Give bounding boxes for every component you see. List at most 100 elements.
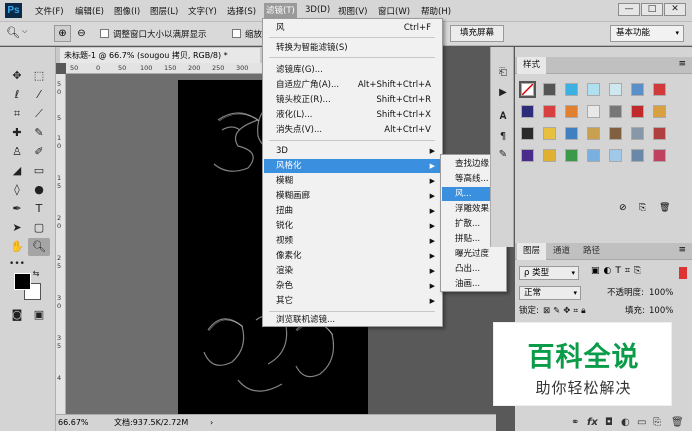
history-brush-icon[interactable]: ✐ bbox=[28, 143, 50, 161]
menu-item-pixelate[interactable]: 像素化 ▶ bbox=[264, 249, 441, 263]
link-layers-icon[interactable]: ⚭ bbox=[571, 414, 579, 431]
style-swatch[interactable] bbox=[521, 127, 534, 140]
swap-colors-icon[interactable]: ⇆ bbox=[30, 265, 42, 283]
zoom-level[interactable]: 66.67% bbox=[58, 415, 89, 431]
menu-image[interactable]: 图像(I) bbox=[114, 5, 140, 17]
gradient-tool-icon[interactable]: ▭ bbox=[28, 162, 50, 180]
healing-brush-icon[interactable]: ✚ bbox=[6, 124, 28, 142]
style-swatch[interactable] bbox=[543, 127, 556, 140]
move-tool-icon[interactable]: ✥ bbox=[6, 67, 28, 85]
menu-item-vanishing-point[interactable]: 消失点(V)... Alt+Ctrl+V bbox=[264, 123, 441, 137]
clone-stamp-icon[interactable]: ♙ bbox=[6, 143, 28, 161]
fill-screen-button[interactable]: 填充屏幕 bbox=[450, 25, 504, 42]
minimize-button[interactable]: — bbox=[618, 3, 640, 16]
document-tab[interactable]: 未标题-1 @ 66.7% (sougou 拷贝, RGB/8) * bbox=[60, 48, 260, 63]
panel-menu-icon[interactable]: ≡ bbox=[678, 59, 686, 69]
menu-item-other[interactable]: 其它 ▶ bbox=[264, 294, 441, 308]
menu-select[interactable]: 选择(S) bbox=[227, 5, 256, 17]
chevron-down-icon[interactable]: ⌵ bbox=[22, 27, 27, 36]
style-swatch[interactable] bbox=[565, 149, 578, 162]
maximize-button[interactable]: □ bbox=[641, 3, 663, 16]
menu-window[interactable]: 窗口(W) bbox=[378, 5, 410, 17]
menu-item-adaptive-wide-angle[interactable]: 自适应广角(A)... Alt+Shift+Ctrl+A bbox=[264, 78, 441, 92]
menu-item-browse-online[interactable]: 浏览联机滤镜... bbox=[264, 313, 441, 327]
style-swatch[interactable] bbox=[587, 127, 600, 140]
eyedropper-icon[interactable]: ⟋ bbox=[28, 105, 50, 123]
menu-type[interactable]: 文字(Y) bbox=[188, 5, 217, 17]
menu-item-liquify[interactable]: 液化(L)... Shift+Ctrl+X bbox=[264, 108, 441, 122]
menu-item-filter-gallery[interactable]: 滤镜库(G)... bbox=[264, 63, 441, 77]
folder-icon[interactable]: ▭ bbox=[637, 414, 646, 431]
zoom-in-icon[interactable]: ⊕ bbox=[54, 25, 71, 42]
new-layer-icon[interactable]: ⎘ bbox=[653, 414, 661, 431]
menu-item-lens-correction[interactable]: 镜头校正(R)... Shift+Ctrl+R bbox=[264, 93, 441, 107]
style-swatch[interactable] bbox=[543, 83, 556, 96]
magic-wand-icon[interactable]: ⁄ bbox=[28, 86, 50, 104]
fill-value[interactable]: 100% bbox=[649, 303, 673, 319]
history-panel-icon[interactable]: ⎗ bbox=[495, 65, 511, 81]
style-swatch[interactable] bbox=[653, 149, 666, 162]
style-swatch[interactable] bbox=[609, 149, 622, 162]
menu-item-noise[interactable]: 杂色 ▶ bbox=[264, 279, 441, 293]
style-swatch[interactable] bbox=[631, 149, 644, 162]
style-swatch[interactable] bbox=[587, 149, 600, 162]
trash-icon[interactable]: 🗑︎ bbox=[659, 203, 670, 213]
more-tools-icon[interactable]: ••• bbox=[6, 255, 28, 273]
menu-item-sharpen[interactable]: 锐化 ▶ bbox=[264, 219, 441, 233]
style-swatch[interactable] bbox=[653, 127, 666, 140]
zoom-tool-icon[interactable]: 🔍︎ bbox=[28, 238, 50, 256]
menu-item-render[interactable]: 渲染 ▶ bbox=[264, 264, 441, 278]
pen-tool-icon[interactable]: ✒ bbox=[6, 200, 28, 218]
blur-tool-icon[interactable]: ◊ bbox=[6, 181, 28, 199]
resize-windows-checkbox[interactable] bbox=[100, 29, 109, 38]
menu-item-blur-gallery[interactable]: 模糊画廊 ▶ bbox=[264, 189, 441, 203]
zoom-all-checkbox[interactable] bbox=[232, 29, 241, 38]
chevron-right-icon[interactable]: › bbox=[210, 415, 213, 431]
new-style-icon[interactable]: ⎘ bbox=[639, 203, 646, 213]
character-panel-icon[interactable]: 𝐀 bbox=[495, 109, 511, 125]
menu-help[interactable]: 帮助(H) bbox=[421, 5, 451, 17]
style-swatch[interactable] bbox=[521, 149, 534, 162]
style-swatch-none[interactable] bbox=[519, 81, 536, 98]
submenu-item-oil-paint[interactable]: 油画... bbox=[442, 277, 505, 291]
crop-tool-icon[interactable]: ⌗ bbox=[6, 105, 28, 123]
menu-filter[interactable]: 滤镜(T) bbox=[264, 3, 297, 19]
menu-item-smart-filter[interactable]: 转换为智能滤镜(S) bbox=[264, 41, 441, 55]
style-swatch[interactable] bbox=[587, 83, 600, 96]
tab-channels[interactable]: 通道 bbox=[547, 243, 576, 260]
zoom-out-icon[interactable]: ⊖ bbox=[73, 25, 90, 42]
path-select-icon[interactable]: ➤ bbox=[6, 219, 28, 237]
trash-icon[interactable]: 🗑︎ bbox=[671, 414, 684, 431]
opacity-value[interactable]: 100% bbox=[649, 285, 673, 301]
style-swatch[interactable] bbox=[609, 105, 622, 118]
style-swatch[interactable] bbox=[543, 105, 556, 118]
dodge-tool-icon[interactable]: ● bbox=[28, 181, 50, 199]
lasso-tool-icon[interactable]: ℓ bbox=[6, 86, 28, 104]
tab-layers[interactable]: 图层 bbox=[517, 243, 547, 260]
menu-3d[interactable]: 3D(D) bbox=[305, 5, 330, 15]
quick-mask-icon[interactable]: ◙ bbox=[6, 306, 28, 324]
style-swatch[interactable] bbox=[653, 105, 666, 118]
shape-tool-icon[interactable]: ▢ bbox=[28, 219, 50, 237]
style-swatch[interactable] bbox=[565, 83, 578, 96]
brush-tool-icon[interactable]: ✎ bbox=[28, 124, 50, 142]
tab-paths[interactable]: 路径 bbox=[577, 243, 606, 260]
mask-icon[interactable]: ◘ bbox=[605, 414, 613, 431]
layer-kind-filter[interactable]: ρ 类型 ▾ bbox=[519, 266, 579, 280]
style-swatch[interactable] bbox=[521, 105, 534, 118]
menu-item-stylize[interactable]: 风格化 ▶ bbox=[264, 159, 441, 173]
submenu-item-solarize[interactable]: 曝光过度 bbox=[442, 247, 505, 261]
fx-icon[interactable]: fx bbox=[587, 414, 598, 431]
hand-tool-icon[interactable]: ✋ bbox=[6, 238, 28, 256]
layer-filter-icons[interactable]: ▣◐T⌗⎘ bbox=[591, 266, 645, 276]
style-swatch[interactable] bbox=[565, 127, 578, 140]
menu-item-video[interactable]: 视频 ▶ bbox=[264, 234, 441, 248]
style-swatch[interactable] bbox=[609, 83, 622, 96]
lock-icons[interactable]: ⊠✎✥⌗🔒︎ bbox=[543, 303, 589, 319]
menu-item-distort[interactable]: 扭曲 ▶ bbox=[264, 204, 441, 218]
style-swatch[interactable] bbox=[631, 127, 644, 140]
style-swatch[interactable] bbox=[587, 105, 600, 118]
submenu-item-extrude[interactable]: 凸出... bbox=[442, 262, 505, 276]
foreground-color-swatch[interactable] bbox=[14, 273, 31, 290]
eraser-tool-icon[interactable]: ◢ bbox=[6, 162, 28, 180]
